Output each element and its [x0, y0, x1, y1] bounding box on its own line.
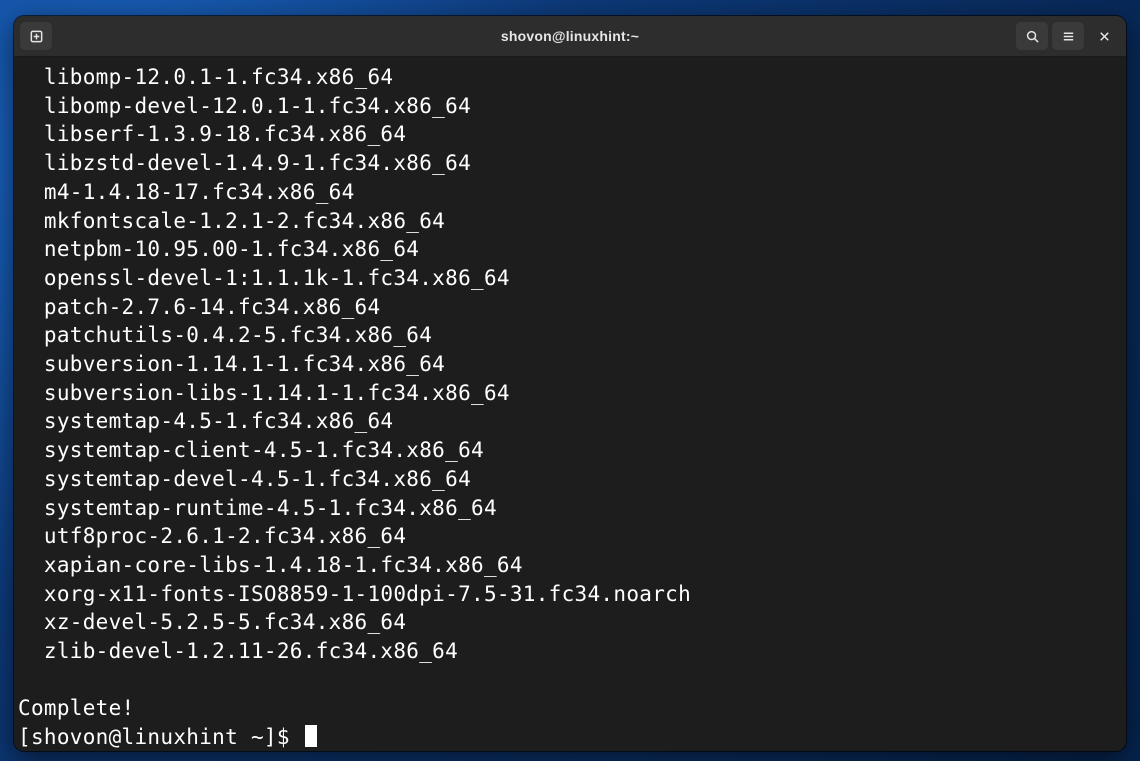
new-tab-button[interactable] [20, 22, 52, 50]
search-button[interactable] [1016, 22, 1048, 50]
close-button[interactable] [1088, 22, 1120, 50]
cursor [305, 725, 317, 747]
terminal-body[interactable]: libomp-12.0.1-1.fc34.x86_64 libomp-devel… [14, 57, 1126, 751]
close-icon [1097, 29, 1112, 44]
new-tab-icon [29, 29, 44, 44]
terminal-output: libomp-12.0.1-1.fc34.x86_64 libomp-devel… [18, 63, 1122, 751]
hamburger-icon [1061, 29, 1076, 44]
menu-button[interactable] [1052, 22, 1084, 50]
search-icon [1025, 29, 1040, 44]
window-title: shovon@linuxhint:~ [140, 28, 1000, 44]
terminal-window: shovon@linuxhint:~ [14, 16, 1126, 751]
titlebar: shovon@linuxhint:~ [14, 16, 1126, 57]
